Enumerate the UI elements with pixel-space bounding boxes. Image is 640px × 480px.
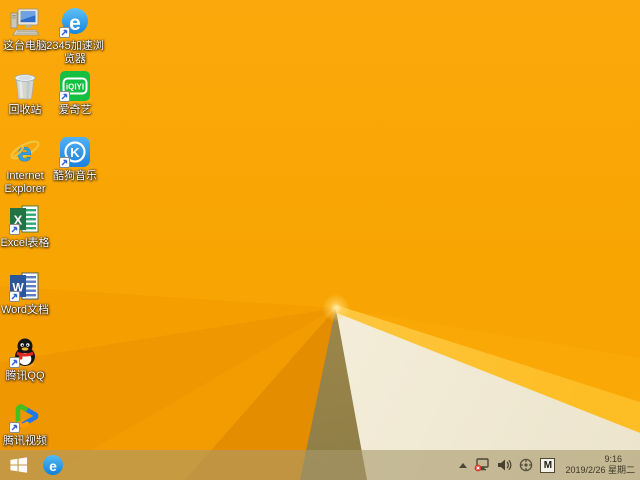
taskbar: e M 9:16 2019/2/26 星期二 xyxy=(0,450,640,480)
taskbar-browser-button[interactable]: e xyxy=(36,450,70,480)
svg-text:e: e xyxy=(49,458,57,474)
icon-label: 腾讯QQ xyxy=(5,370,45,382)
2345-browser-icon: e xyxy=(59,6,91,38)
tray-utility-icon[interactable] xyxy=(519,458,533,472)
icon-label: Excel表格 xyxy=(0,237,50,249)
desktop-icon-excel[interactable]: X Excel表格 xyxy=(0,203,56,250)
this-pc-icon xyxy=(9,6,41,38)
iqiyi-icon: iQIYI xyxy=(59,70,91,102)
clock-date: 2019/2/26 星期二 xyxy=(565,465,635,475)
desktop-icon-qq[interactable]: 腾讯QQ xyxy=(0,336,56,383)
windows-logo-icon xyxy=(9,457,27,473)
shortcut-arrow-icon xyxy=(59,27,70,38)
shortcut-arrow-icon xyxy=(9,357,20,368)
word-icon: W xyxy=(9,270,41,302)
excel-icon: X xyxy=(9,203,41,235)
desktop-icon-iqiyi[interactable]: iQIYI 爱奇艺 xyxy=(44,70,106,117)
desktop-icon-kugou-music[interactable]: K 酷狗音乐 xyxy=(44,136,106,183)
volume-icon[interactable] xyxy=(497,458,512,472)
network-status-icon[interactable] xyxy=(474,458,490,472)
shortcut-arrow-icon xyxy=(9,422,20,433)
icon-label: 爱奇艺 xyxy=(58,104,92,116)
kugou-music-icon: K xyxy=(59,136,91,168)
internet-explorer-icon: e xyxy=(9,136,41,168)
taskbar-clock[interactable]: 9:16 2019/2/26 星期二 xyxy=(562,454,635,476)
show-hidden-icons-button[interactable] xyxy=(459,462,468,468)
desktop-icon-tencent-video[interactable]: 腾讯视频 xyxy=(0,401,56,448)
icon-label: 2345加速浏览器 xyxy=(46,40,104,65)
shortcut-arrow-icon xyxy=(9,224,20,235)
start-button[interactable] xyxy=(0,450,36,480)
chevron-up-icon xyxy=(459,462,468,468)
shortcut-arrow-icon xyxy=(59,157,70,168)
icon-label: 酷狗音乐 xyxy=(53,170,97,182)
system-tray: M 9:16 2019/2/26 星期二 xyxy=(459,450,640,480)
svg-text:K: K xyxy=(70,145,80,160)
clock-time: 9:16 xyxy=(604,454,622,464)
shortcut-arrow-icon xyxy=(59,91,70,102)
recycle-bin-icon xyxy=(9,70,41,102)
input-method-indicator[interactable]: M xyxy=(540,457,556,473)
desktop-root: { "desktop": { "icons": [ {"name": "this… xyxy=(0,0,640,480)
desktop-icon-2345-browser[interactable]: e 2345加速浏览器 xyxy=(44,6,106,66)
icon-label: 腾讯视频 xyxy=(3,435,47,447)
desktop-icon-word[interactable]: W Word文档 xyxy=(0,270,56,317)
icon-label: Word文档 xyxy=(0,304,50,316)
tencent-video-icon xyxy=(9,401,41,433)
qq-icon xyxy=(9,336,41,368)
shortcut-arrow-icon xyxy=(9,291,20,302)
svg-text:e: e xyxy=(69,12,81,35)
browser-e-icon: e xyxy=(43,455,63,475)
